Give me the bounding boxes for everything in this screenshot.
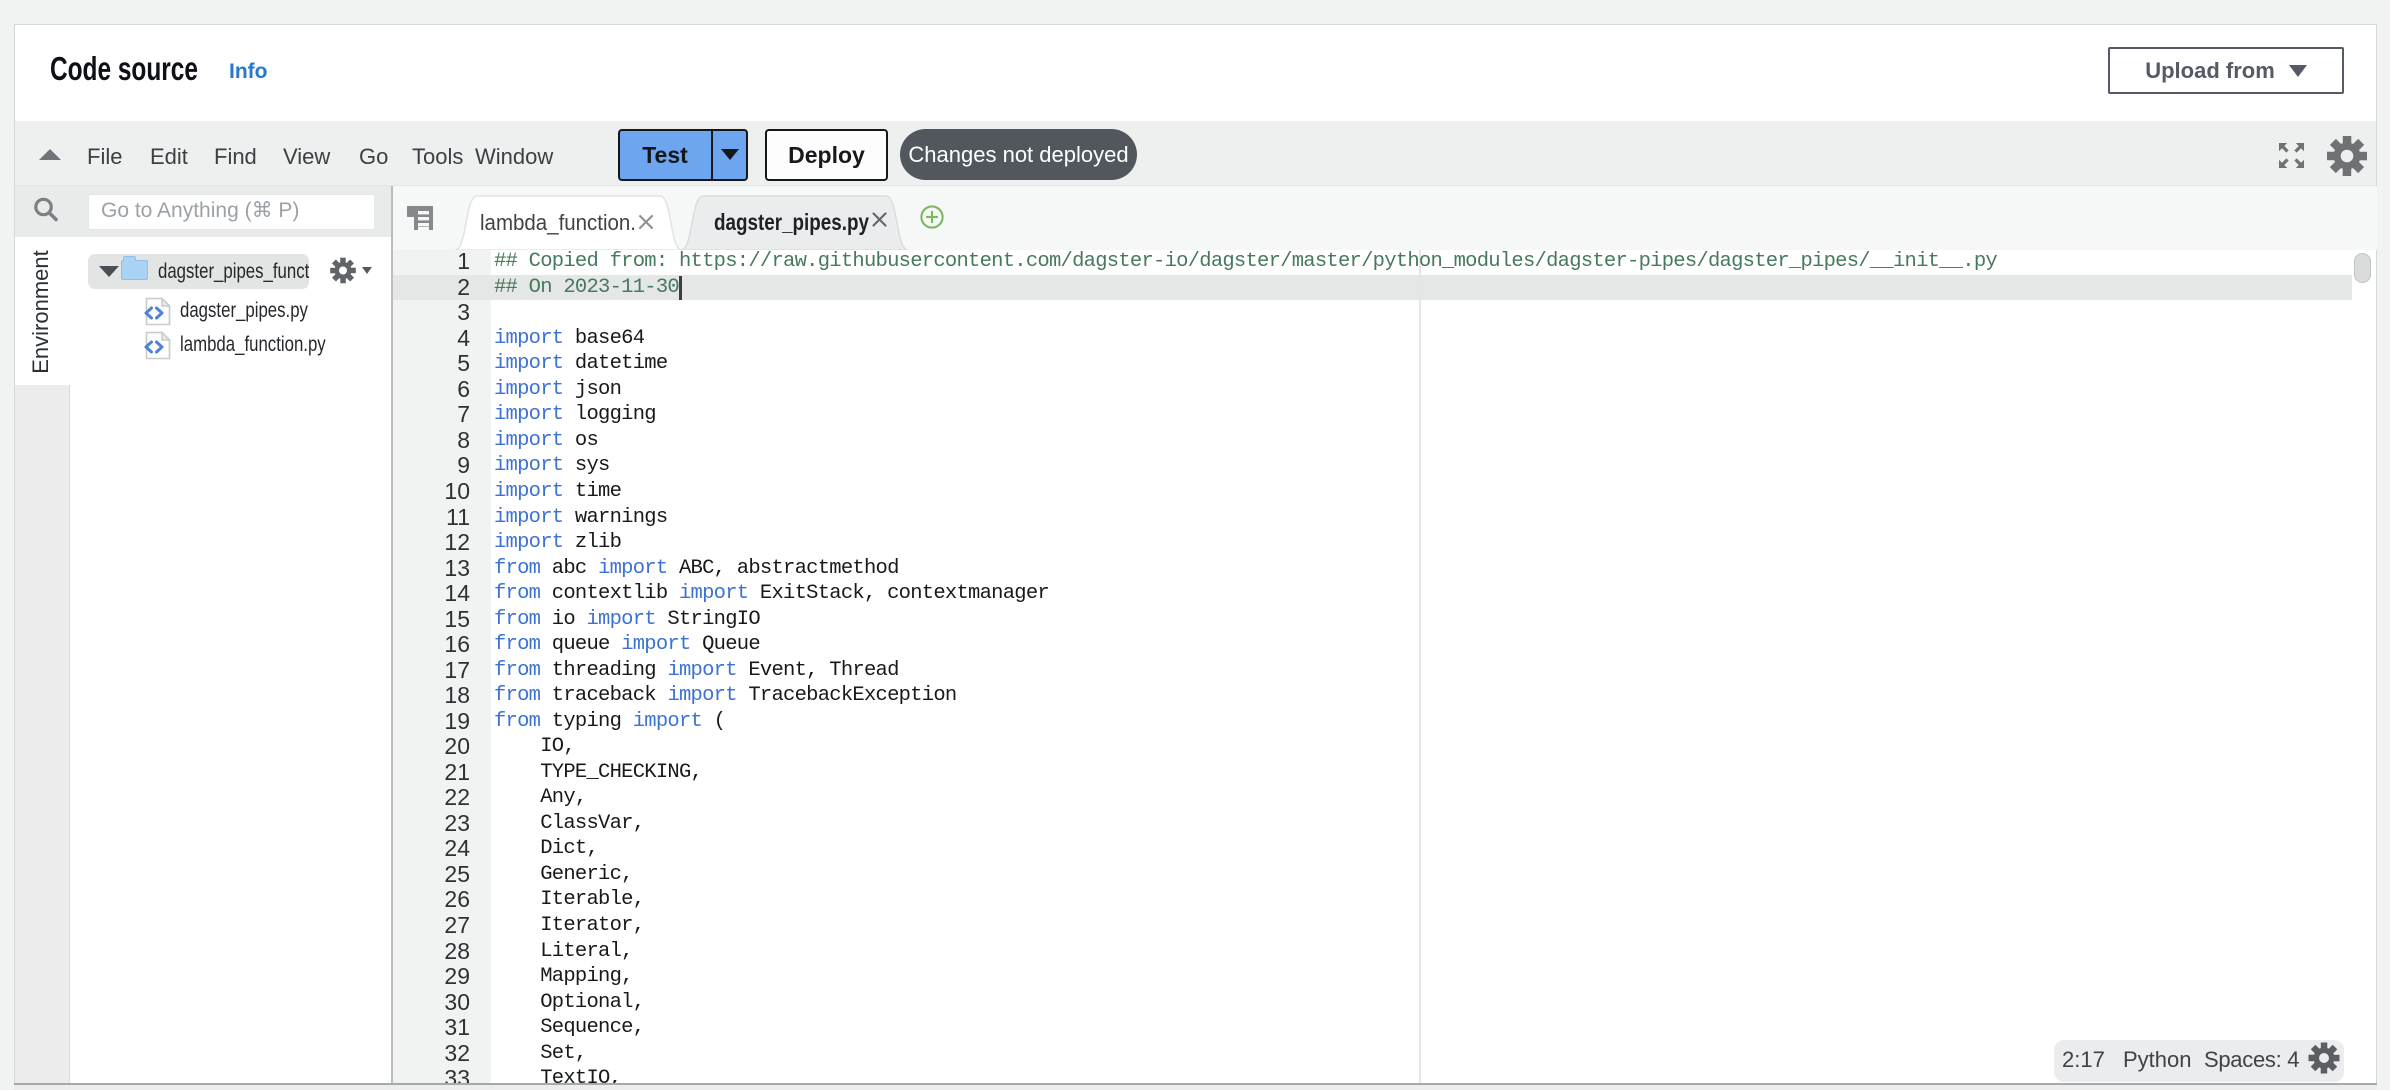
svg-text:dagster_pipes.py: dagster_pipes.py xyxy=(714,209,869,235)
svg-text:lambda_function.: lambda_function. xyxy=(480,210,636,235)
